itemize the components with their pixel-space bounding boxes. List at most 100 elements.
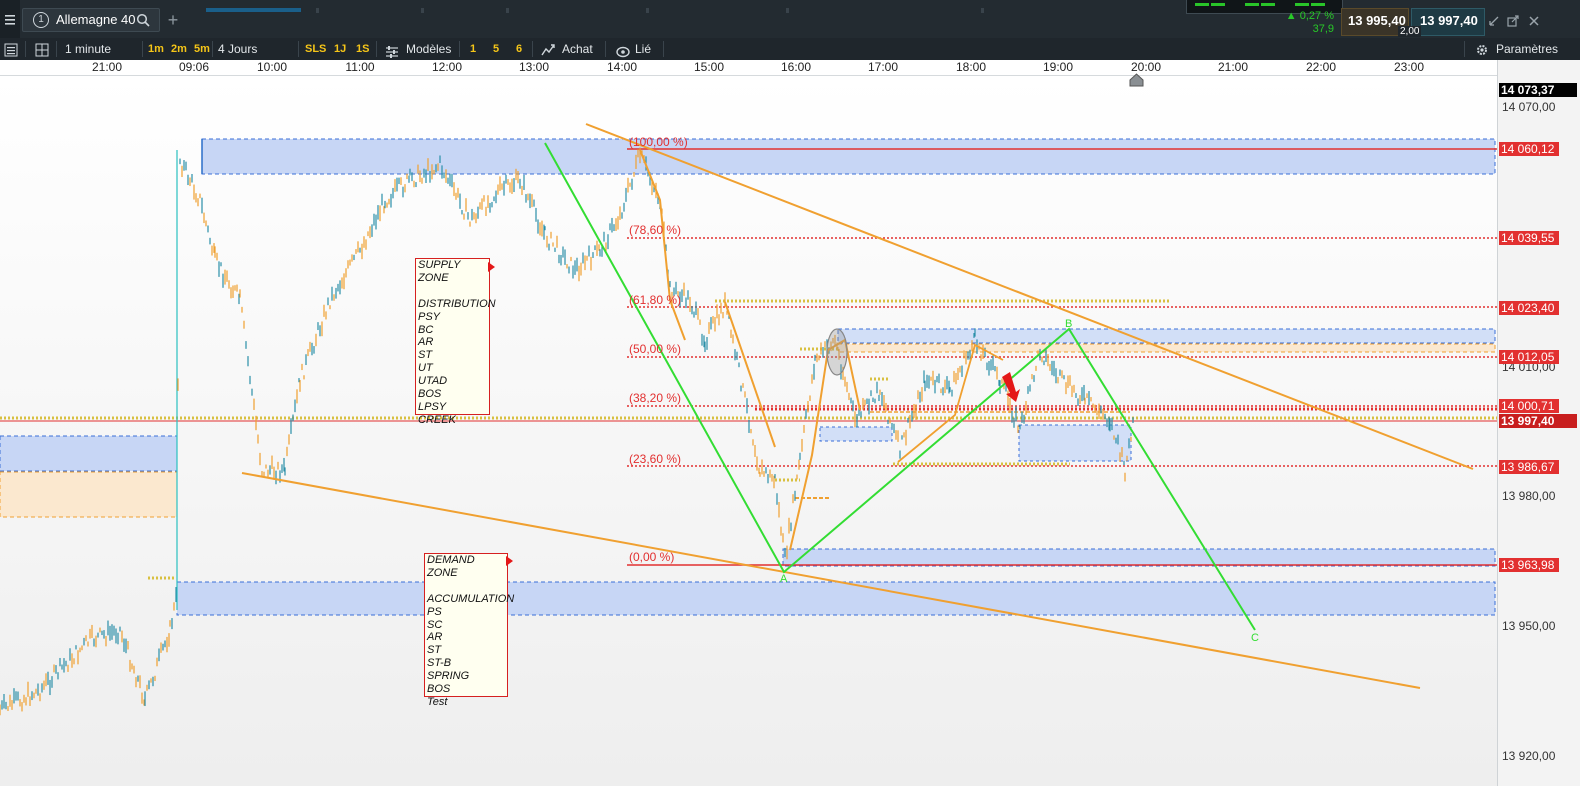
fib-label: (61,80 %) bbox=[629, 293, 682, 307]
wave-label-b: B bbox=[1065, 318, 1073, 330]
instrument-tab[interactable]: 1 Allemagne 40 bbox=[22, 8, 160, 32]
linked-button[interactable]: Lié bbox=[635, 38, 651, 60]
small-zone-1[interactable] bbox=[819, 426, 893, 442]
time-tick: 21:00 bbox=[91, 60, 123, 74]
orange-swing-line-1 bbox=[639, 149, 686, 341]
fib-label: (38,20 %) bbox=[629, 391, 682, 405]
time-tick: 22:00 bbox=[1305, 60, 1337, 74]
supply-item: BC bbox=[418, 323, 434, 336]
highlight-ellipse bbox=[826, 328, 848, 376]
supply-item: UT bbox=[418, 362, 433, 375]
preset-1-button[interactable]: 1 bbox=[470, 38, 476, 60]
preset-5-button[interactable]: 5 bbox=[493, 38, 499, 60]
time-tick: 19:00 bbox=[1042, 60, 1074, 74]
supply-item: AR bbox=[418, 336, 434, 349]
sell-arrow-icon bbox=[1002, 372, 1020, 402]
mid-blue-zone-rect[interactable] bbox=[837, 328, 1496, 344]
demand-zone-marker-icon bbox=[506, 556, 513, 566]
demand-item: SC bbox=[427, 618, 443, 631]
price-tag-fib-23: 13 986,67 bbox=[1499, 460, 1559, 474]
time-axis: 21:00 09:06 10:00 11:00 12:00 13:00 14:0… bbox=[0, 60, 1497, 76]
chart-area[interactable]: (100,00 %) (78,60 %) (61,80 %) (50,00 %)… bbox=[0, 73, 1497, 786]
period-selector[interactable]: 4 Jours bbox=[218, 38, 257, 60]
price-axis[interactable]: 14 070,00 14 010,00 13 980,00 13 950,00 … bbox=[1497, 60, 1580, 786]
instrument-name: Allemagne 40 bbox=[56, 12, 136, 27]
supply-item: UTAD bbox=[418, 375, 448, 388]
interval-1m-button[interactable]: 1m bbox=[148, 38, 164, 60]
tab-strip bbox=[186, 0, 1186, 13]
time-tick: 23:00 bbox=[1393, 60, 1425, 74]
close-icon[interactable] bbox=[1527, 14, 1541, 33]
supply-zone-annotation[interactable]: SUPPLY ZONE DISTRIBUTION PSY BC AR ST UT… bbox=[415, 258, 496, 426]
change-points: 37,9 bbox=[1312, 23, 1334, 35]
time-cursor-marker-icon[interactable] bbox=[1129, 73, 1144, 92]
price-tag-fib-61: 14 023,40 bbox=[1499, 301, 1559, 315]
buy-button[interactable]: Achat bbox=[562, 38, 593, 60]
demand-item: Test bbox=[427, 695, 448, 708]
chart-toolbar: 1 minute 1m 2m 5m 4 Jours SLS 1J 1S Modè… bbox=[0, 38, 1580, 61]
price-tag-fib-50: 14 012,05 bbox=[1499, 350, 1559, 364]
minimize-window-icon[interactable] bbox=[1487, 14, 1501, 33]
demand-item: ST-B bbox=[427, 657, 452, 670]
window-number-badge: 1 bbox=[33, 12, 49, 28]
sls-button[interactable]: SLS bbox=[305, 38, 326, 60]
detach-window-icon[interactable] bbox=[1506, 14, 1520, 33]
demand-item: ACCUMULATION bbox=[427, 592, 515, 605]
preset-6-button[interactable]: 6 bbox=[516, 38, 522, 60]
time-tick: 21:00 bbox=[1217, 60, 1249, 74]
menu-icon[interactable] bbox=[0, 0, 20, 38]
supply-item: DISTRIBUTION bbox=[418, 297, 496, 310]
fib-label: (100,00 %) bbox=[629, 135, 688, 149]
demand-item: BOS bbox=[427, 683, 451, 696]
price-tick: 13 980,00 bbox=[1502, 489, 1556, 503]
supply-item: BOS bbox=[418, 388, 442, 401]
demand-item: AR bbox=[427, 631, 443, 644]
models-button[interactable]: Modèles bbox=[406, 38, 451, 60]
interval-5m-button[interactable]: 5m bbox=[194, 38, 210, 60]
fib-label: (78,60 %) bbox=[629, 223, 682, 237]
wave-label-c: C bbox=[1251, 632, 1259, 644]
search-icon[interactable] bbox=[136, 13, 150, 32]
supply-item: ST bbox=[418, 349, 433, 362]
buy-price-button[interactable]: 13 997,40 bbox=[1411, 8, 1485, 36]
interval-selector[interactable]: 1 minute bbox=[65, 38, 111, 60]
time-tick: 15:00 bbox=[693, 60, 725, 74]
supply-zone-rect[interactable] bbox=[201, 138, 1496, 175]
time-tick: 12:00 bbox=[431, 60, 463, 74]
change-display: ▲ 0,27 % 37,9 bbox=[1278, 10, 1338, 36]
demand-item: SPRING bbox=[427, 670, 470, 683]
price-tick: 13 950,00 bbox=[1502, 619, 1556, 633]
price-tag-fib-100: 14 060,12 bbox=[1499, 142, 1559, 156]
demand-zone-annotation[interactable]: DEMAND ZONE ACCUMULATION PS SC AR ST ST-… bbox=[424, 553, 515, 708]
supply-item: LPSY bbox=[418, 400, 447, 413]
settings-button[interactable]: Paramètres bbox=[1496, 38, 1558, 60]
supply-item: PSY bbox=[418, 310, 441, 323]
add-tab-button[interactable]: + bbox=[160, 8, 186, 32]
supply-zone-title: SUPPLY ZONE bbox=[418, 259, 461, 284]
period-1j-button[interactable]: 1J bbox=[334, 38, 346, 60]
supply-zone-marker-icon bbox=[488, 262, 495, 272]
period-1s-button[interactable]: 1S bbox=[356, 38, 369, 60]
interval-2m-button[interactable]: 2m bbox=[171, 38, 187, 60]
price-tick: 14 070,00 bbox=[1502, 100, 1556, 114]
left-blue-zone-rect[interactable] bbox=[0, 435, 178, 472]
lower-trend-line[interactable] bbox=[241, 472, 1421, 689]
price-tag-fib-0: 13 963,98 bbox=[1499, 558, 1559, 572]
demand-item: PS bbox=[427, 605, 442, 618]
price-chart[interactable] bbox=[0, 76, 1497, 786]
time-tick: 09:06 bbox=[178, 60, 210, 74]
wave-label-a: A bbox=[780, 573, 788, 585]
small-zone-2[interactable] bbox=[1018, 424, 1132, 462]
fib-label: (50,00 %) bbox=[629, 342, 682, 356]
time-tick: 13:00 bbox=[518, 60, 550, 74]
time-tick: 17:00 bbox=[867, 60, 899, 74]
price-tick: 13 920,00 bbox=[1502, 749, 1556, 763]
price-tag-current: 13 997,40 bbox=[1499, 414, 1577, 428]
ask-price: 13 997,40 bbox=[1420, 13, 1478, 28]
time-tick: 16:00 bbox=[780, 60, 812, 74]
lower-blue-zone-rect[interactable] bbox=[782, 548, 1496, 567]
top-bar: 1 Allemagne 40 + ▲ 0,27 % 37,9 13 995,40… bbox=[0, 0, 1580, 39]
demand-zone-rect[interactable] bbox=[176, 581, 1496, 616]
left-orange-zone-rect[interactable] bbox=[0, 471, 178, 518]
orange-swing-line-2 bbox=[724, 301, 776, 448]
